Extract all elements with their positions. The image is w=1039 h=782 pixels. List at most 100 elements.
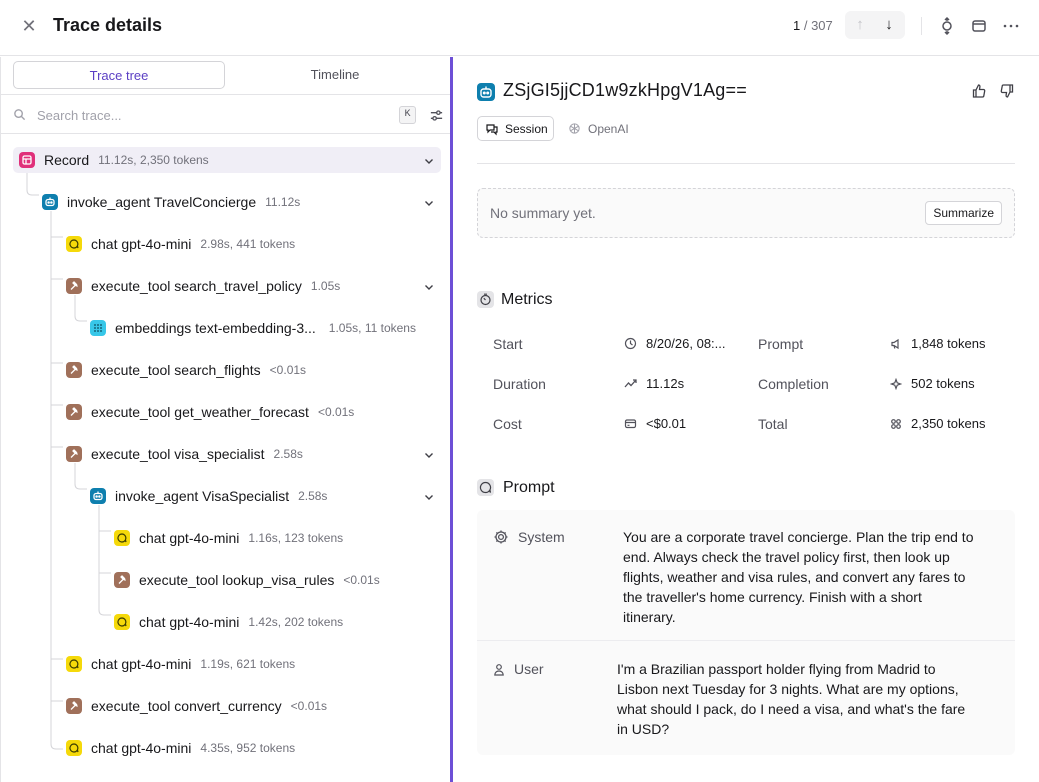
node-meta: 1.42s, 202 tokens: [248, 615, 344, 629]
tree-node-tool[interactable]: execute_tool convert_currency <0.01s: [66, 693, 327, 719]
node-meta: 11.12s: [265, 195, 301, 209]
node-name: chat gpt-4o-mini: [91, 236, 192, 252]
summarize-button[interactable]: Summarize: [925, 201, 1002, 225]
node-meta: 2.58s: [298, 489, 328, 503]
node-name: execute_tool convert_currency: [91, 698, 282, 714]
trend-icon: [624, 379, 637, 388]
tree-node-chat[interactable]: chat gpt-4o-mini 2.98s, 441 tokens: [66, 231, 295, 257]
metric-duration-label: Duration: [493, 376, 546, 392]
close-icon[interactable]: ✕: [18, 15, 40, 37]
message-line: I'm a Brazilian passport holder flying f…: [617, 661, 936, 677]
message-line: what should I pack, do I need a visa, an…: [617, 701, 966, 717]
metric-duration: 11.12s: [624, 376, 684, 391]
metrics-title: Metrics: [501, 291, 553, 308]
node-meta: <0.01s: [290, 699, 328, 713]
chevron-down-icon[interactable]: [423, 197, 435, 209]
metric-cost-label: Cost: [493, 416, 522, 432]
tab-trace-tree[interactable]: Trace tree: [13, 61, 225, 89]
search-bar: K: [1, 94, 451, 134]
tree-node-chat[interactable]: chat gpt-4o-mini 1.16s, 123 tokens: [114, 525, 343, 551]
node-meta: 1.05s: [310, 279, 341, 293]
node-meta: 1.05s, 11 tokens: [328, 321, 416, 335]
panel-icon[interactable]: [969, 16, 989, 36]
node-name: chat gpt-4o-mini: [139, 614, 240, 630]
tree-node-chat[interactable]: chat gpt-4o-mini 1.19s, 621 tokens: [66, 651, 295, 677]
tree-node-agent[interactable]: invoke_agent TravelConcierge 11.12s: [42, 189, 300, 215]
page-title: Trace details: [53, 15, 163, 35]
panel-tabs: Trace tree Timeline: [13, 61, 445, 91]
tree-node-embedding[interactable]: embeddings text-embedding-3... 1.05s, 11…: [90, 315, 416, 341]
message-line: Lisbon next Tuesday for 3 nights. What a…: [617, 681, 959, 697]
arrow-down-icon[interactable]: ↓: [878, 15, 900, 35]
message-role-label: User: [514, 661, 544, 677]
node-name: invoke_agent VisaSpecialist: [115, 488, 290, 504]
tree-node-tool[interactable]: execute_tool search_travel_policy 1.05s: [66, 273, 340, 299]
chevron-down-icon[interactable]: [423, 155, 435, 167]
arrow-up-icon[interactable]: ↑: [849, 15, 871, 35]
metric-completion-value: 502 tokens: [911, 376, 975, 391]
node-meta: 1.16s, 123 tokens: [248, 531, 344, 545]
more-icon[interactable]: [1001, 16, 1021, 36]
thumbs-down-icon[interactable]: [999, 83, 1015, 99]
trace-detail-panel: ZSjGI5jjCD1w9zkHpgV1Ag== Session OpenAI …: [453, 57, 1039, 782]
hammer-icon: [114, 572, 130, 588]
trace-counter: 1 / 307: [793, 18, 833, 33]
session-chip[interactable]: Session: [477, 116, 554, 141]
tree-node-tool[interactable]: execute_tool lookup_visa_rules <0.01s: [114, 567, 380, 593]
message-line: You are a corporate travel concierge. Pl…: [623, 529, 974, 545]
search-icon: [14, 109, 26, 121]
trace-tree: Record 11.12s, 2,350 tokens invoke_agent…: [1, 139, 451, 782]
thumbs-up-icon[interactable]: [971, 83, 987, 99]
metric-start: 8/20/26, 08:...: [624, 336, 726, 351]
node-name: execute_tool visa_specialist: [91, 446, 265, 462]
chevron-down-icon[interactable]: [423, 491, 435, 503]
hammer-icon: [66, 446, 82, 462]
chat-bubble-icon: [66, 236, 82, 252]
node-name: execute_tool search_travel_policy: [91, 278, 302, 294]
prompt-messages: System You are a corporate travel concie…: [477, 510, 1015, 755]
tree-node-agent[interactable]: invoke_agent VisaSpecialist 2.58s: [90, 483, 327, 509]
node-meta: 4.35s, 952 tokens: [200, 741, 296, 755]
clock-icon: [624, 337, 637, 350]
trace-navigation: ↑ ↓: [845, 11, 905, 39]
timer-icon: [477, 291, 494, 308]
tree-node-record[interactable]: Record 11.12s, 2,350 tokens: [13, 147, 441, 173]
credit-card-icon: [624, 419, 637, 429]
search-input[interactable]: [37, 104, 377, 126]
metric-total-value: 2,350 tokens: [911, 416, 986, 431]
hammer-icon: [66, 362, 82, 378]
tree-node-tool[interactable]: execute_tool visa_specialist 2.58s: [66, 441, 303, 467]
tree-node-tool[interactable]: execute_tool search_flights <0.01s: [66, 357, 306, 383]
provider-chip: OpenAI: [568, 116, 629, 141]
hammer-icon: [66, 404, 82, 420]
node-meta: <0.01s: [269, 363, 307, 377]
tree-node-chat[interactable]: chat gpt-4o-mini 1.42s, 202 tokens: [114, 609, 343, 635]
tree-node-chat[interactable]: chat gpt-4o-mini 4.35s, 952 tokens: [66, 735, 295, 761]
tree-node-tool[interactable]: execute_tool get_weather_forecast <0.01s: [66, 399, 354, 425]
chevron-down-icon[interactable]: [423, 449, 435, 461]
metric-cost: <$0.01: [624, 416, 686, 431]
message-line: the traveller's home currency. Finish wi…: [623, 589, 922, 605]
hammer-icon: [66, 278, 82, 294]
node-name: execute_tool search_flights: [91, 362, 261, 378]
hammer-icon: [66, 698, 82, 714]
metric-prompt-value: 1,848 tokens: [911, 336, 986, 351]
filter-settings-icon[interactable]: [429, 108, 444, 123]
gear-icon: [494, 530, 508, 544]
toolbar-divider: [921, 17, 922, 35]
grid-icon: [90, 320, 106, 336]
tab-timeline[interactable]: Timeline: [229, 61, 441, 89]
chat-bubble-icon: [114, 530, 130, 546]
node-name: chat gpt-4o-mini: [139, 530, 240, 546]
node-name: chat gpt-4o-mini: [91, 740, 192, 756]
chevron-down-icon[interactable]: [423, 281, 435, 293]
node-meta: 2.98s, 441 tokens: [200, 237, 296, 251]
system-message-text: You are a corporate travel concierge. Pl…: [623, 527, 1007, 627]
expand-vertical-icon[interactable]: [937, 16, 957, 36]
node-name: execute_tool get_weather_forecast: [91, 404, 309, 420]
message-role-user: User: [493, 661, 544, 677]
metric-total-label: Total: [758, 416, 788, 432]
chat-bubble-icon: [114, 614, 130, 630]
message-role-label: System: [518, 529, 565, 545]
chat-bubbles-icon: [486, 123, 498, 135]
